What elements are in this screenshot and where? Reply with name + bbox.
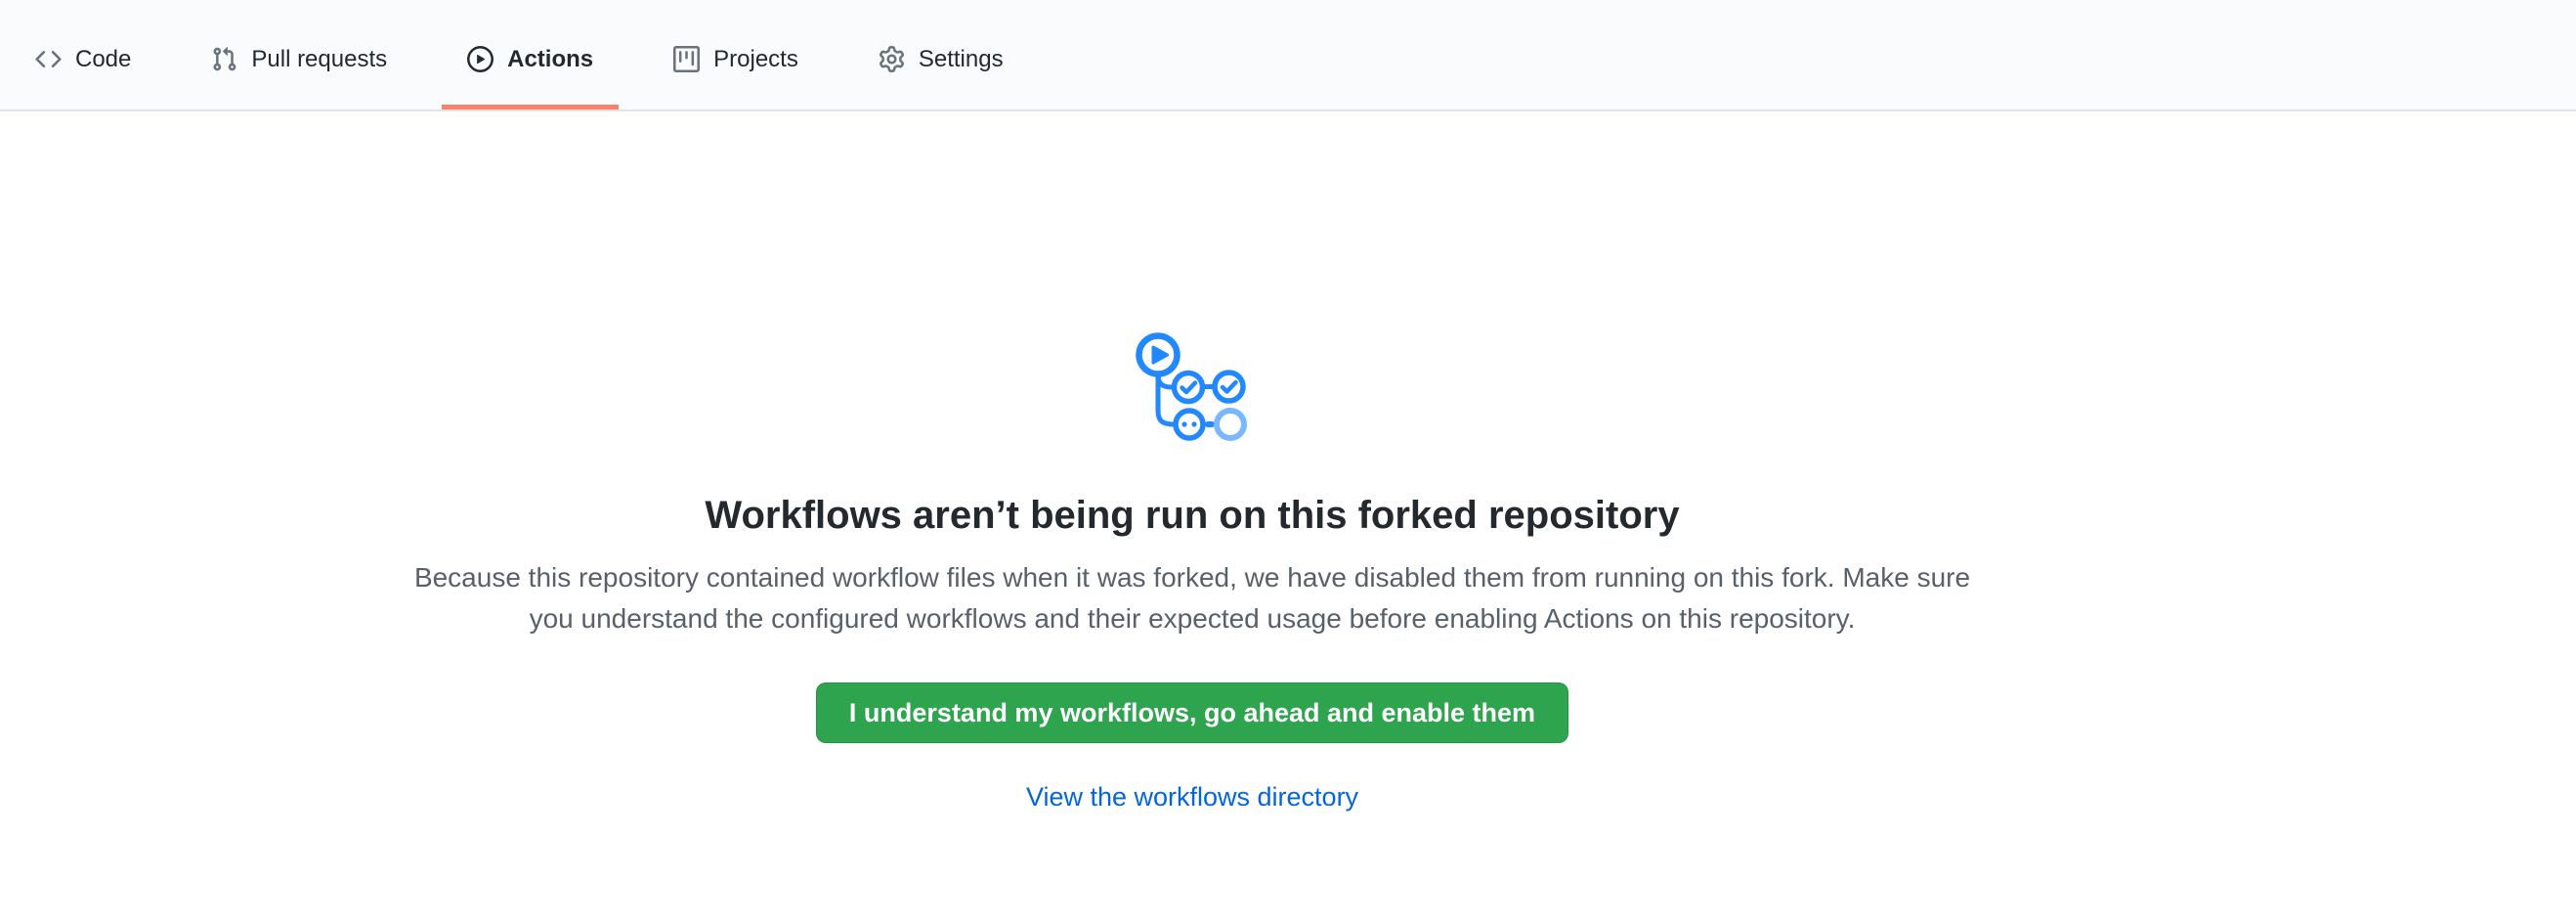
tab-code[interactable]: Code (10, 14, 156, 110)
tab-pull-requests-label: Pull requests (251, 48, 387, 71)
play-icon (467, 46, 494, 72)
project-icon (673, 46, 700, 72)
tab-code-label: Code (75, 48, 131, 71)
tab-projects-label: Projects (713, 48, 798, 71)
view-workflows-directory-link[interactable]: View the workflows directory (1026, 782, 1358, 812)
code-icon (35, 46, 62, 72)
link-row: View the workflows directory (410, 782, 1974, 812)
tab-actions[interactable]: Actions (442, 14, 619, 110)
tab-settings[interactable]: Settings (853, 14, 1029, 110)
page-title: Workflows aren’t being run on this forke… (410, 491, 1974, 540)
tab-pull-requests[interactable]: Pull requests (186, 14, 412, 110)
enable-workflows-button[interactable]: I understand my workflows, go ahead and … (816, 682, 1568, 743)
description-text: Because this repository contained workfl… (410, 557, 1974, 639)
tab-projects[interactable]: Projects (648, 14, 824, 110)
actions-disabled-blankslate: Workflows aren’t being run on this forke… (410, 111, 1974, 812)
workflow-graph-icon (1136, 332, 1249, 442)
gear-icon (879, 46, 905, 72)
repo-tab-bar: Code Pull requests Actions Projects Sett… (0, 0, 2576, 111)
tab-settings-label: Settings (919, 48, 1004, 71)
tab-actions-label: Actions (507, 48, 593, 71)
git-pull-request-icon (211, 46, 237, 72)
button-row: I understand my workflows, go ahead and … (410, 682, 1974, 743)
